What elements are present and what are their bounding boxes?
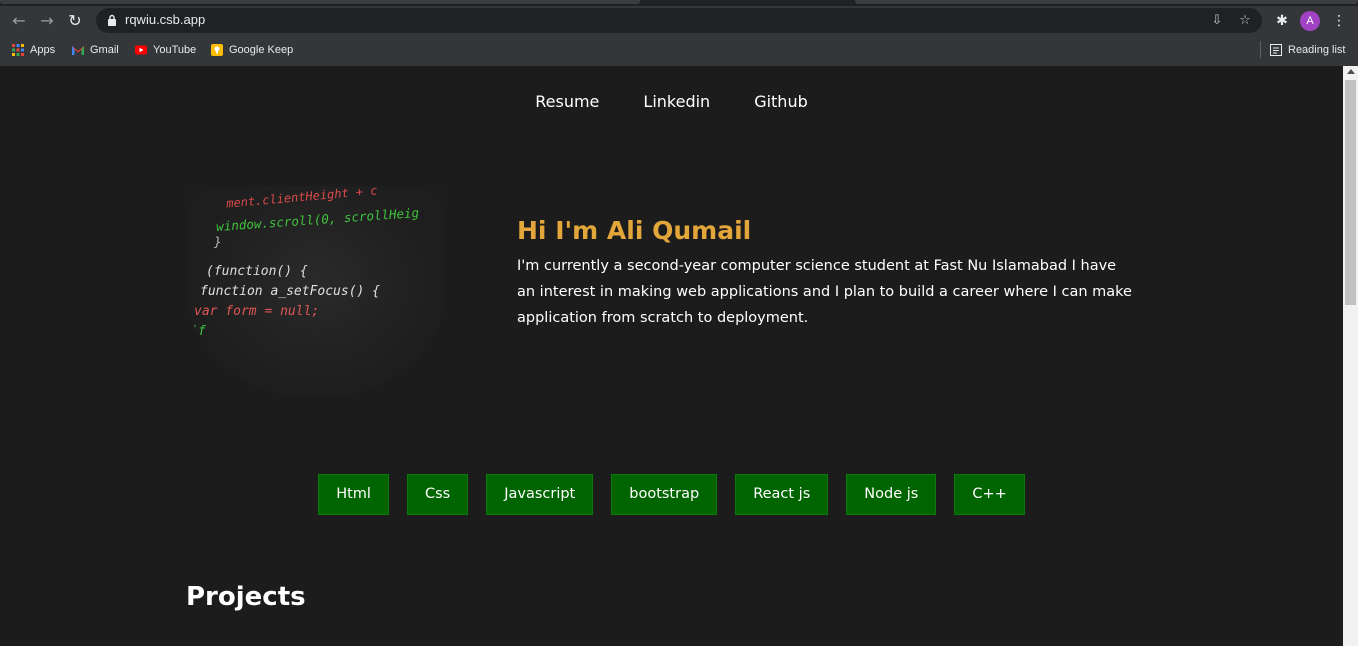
bookmark-apps[interactable]: Apps	[12, 41, 55, 59]
skill-button[interactable]: Node js	[846, 474, 937, 515]
browser-chrome: ← → ↻ rqwiu.csb.app ⇩ ☆ ✱ A ⋮ Apps Gmail…	[0, 0, 1358, 66]
youtube-icon	[135, 45, 147, 55]
site-nav: Resume Linkedin Github	[0, 92, 1343, 111]
bookmark-youtube[interactable]: YouTube	[135, 41, 196, 59]
code-line: function a_setFocus() {	[200, 284, 381, 299]
menu-kebab-icon[interactable]: ⋮	[1329, 11, 1349, 31]
nav-link-github[interactable]: Github	[754, 92, 808, 111]
code-line: }	[214, 234, 222, 249]
tab[interactable]	[855, 0, 1358, 4]
code-line: var form = null;	[194, 304, 320, 319]
lock-icon	[108, 14, 116, 26]
forward-icon[interactable]: →	[36, 10, 58, 32]
code-line: window.scroll(0, scrollHeig	[215, 204, 420, 235]
page-scrollbar[interactable]	[1343, 66, 1358, 646]
reading-list-button[interactable]: Reading list	[1270, 41, 1345, 59]
hero-title: Hi I'm Ali Qumail	[517, 216, 752, 245]
bookmark-google-keep[interactable]: Google Keep	[211, 41, 293, 59]
skill-button[interactable]: React js	[735, 474, 829, 515]
skill-button[interactable]: bootstrap	[611, 474, 718, 515]
code-line: ment.clientHeight + c	[225, 186, 379, 211]
apps-grid-icon	[12, 44, 24, 56]
hero-text: Hi I'm Ali Qumail I'm currently a second…	[517, 216, 1137, 331]
reading-list-icon	[1270, 44, 1282, 56]
tab[interactable]	[0, 0, 640, 4]
extensions-icon[interactable]: ✱	[1272, 11, 1292, 31]
skill-button[interactable]: C++	[954, 474, 1025, 515]
gmail-icon	[72, 46, 84, 55]
keep-icon	[211, 44, 223, 56]
url-text[interactable]: rqwiu.csb.app	[125, 12, 205, 27]
bookmark-star-icon[interactable]: ☆	[1236, 12, 1254, 30]
skill-button[interactable]: Html	[318, 474, 389, 515]
reload-icon[interactable]: ↻	[64, 10, 86, 32]
bookmark-gmail[interactable]: Gmail	[72, 41, 119, 59]
page-viewport: Resume Linkedin Github ment.clientHeight…	[0, 66, 1343, 646]
hero-description: I'm currently a second-year computer sci…	[517, 258, 1132, 326]
profile-avatar[interactable]: A	[1300, 11, 1320, 31]
code-line: (function() {	[206, 264, 308, 279]
skill-button[interactable]: Javascript	[486, 474, 594, 515]
back-icon[interactable]: ←	[8, 10, 30, 32]
bookmarks-divider	[1260, 41, 1261, 58]
address-bar[interactable]: rqwiu.csb.app ⇩ ☆	[96, 8, 1262, 33]
hero-code-image: ment.clientHeight + c window.scroll(0, s…	[186, 186, 446, 398]
code-line: if	[190, 324, 206, 339]
nav-link-linkedin[interactable]: Linkedin	[643, 92, 710, 111]
toolbar: ← → ↻ rqwiu.csb.app ⇩ ☆ ✱ A ⋮	[0, 6, 1358, 36]
projects-heading: Projects	[186, 582, 306, 612]
nav-link-resume[interactable]: Resume	[535, 92, 599, 111]
bookmarks-bar: Apps Gmail YouTube Google Keep Reading l…	[0, 38, 1358, 60]
scroll-up-arrow-icon[interactable]	[1347, 69, 1355, 74]
install-icon[interactable]: ⇩	[1208, 12, 1226, 30]
skills-list: Html Css Javascript bootstrap React js N…	[0, 474, 1343, 515]
scrollbar-thumb[interactable]	[1345, 80, 1356, 305]
skill-button[interactable]: Css	[406, 474, 469, 515]
